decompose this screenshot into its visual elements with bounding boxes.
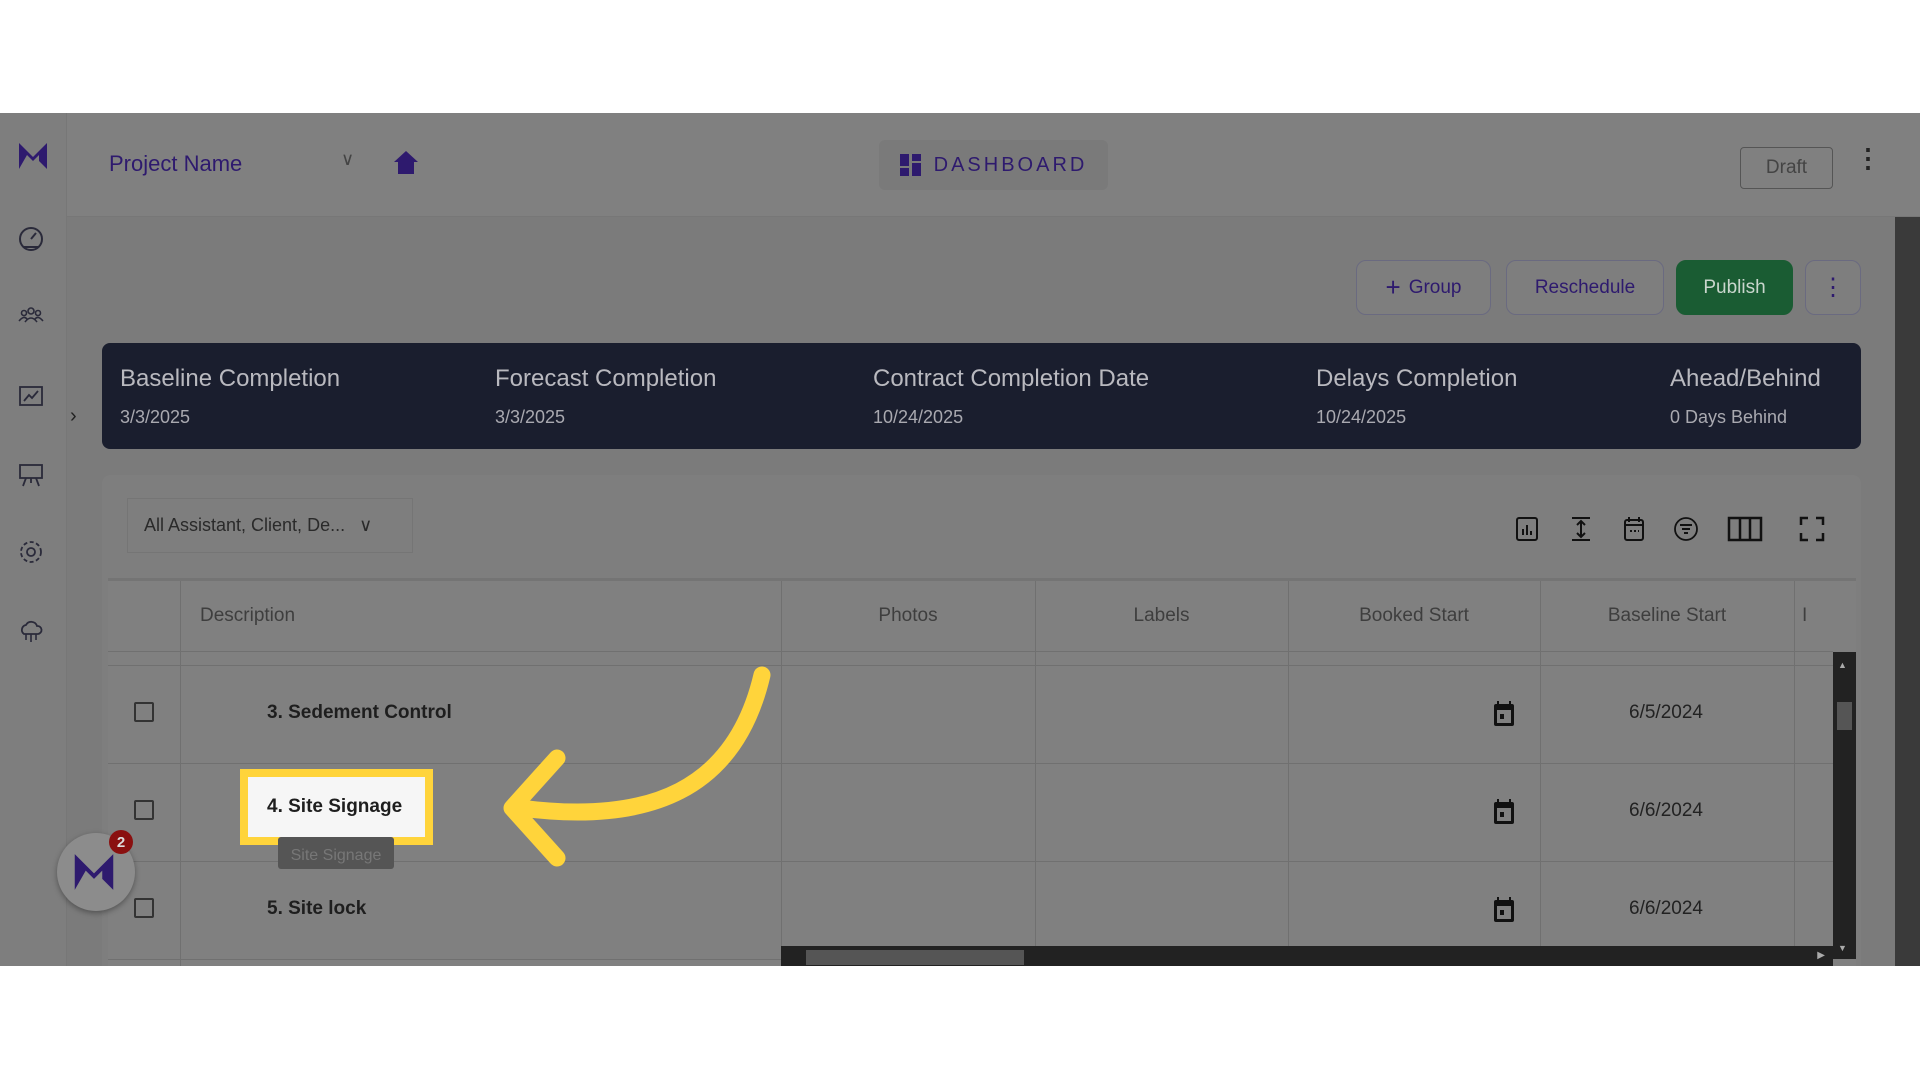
more-options-icon[interactable]: ⋮ [1855,143,1881,174]
summary-forecast: Forecast Completion 3/3/2025 [495,365,716,428]
chat-widget-button[interactable]: 2 [57,830,135,911]
assignee-filter-select[interactable]: All Assistant, Client, De... ∨ [127,498,413,553]
presentation-icon[interactable] [17,460,45,488]
row-baseline-start: 6/6/2024 [1629,898,1703,919]
expand-sidebar-chevron-icon[interactable]: › [70,405,77,428]
row-baseline-start: 6/5/2024 [1629,702,1703,723]
top-bar: Project Name ∨ DASHBOARD Draft ⋮ [67,113,1920,217]
summary-banner: Baseline Completion 3/3/2025 Forecast Com… [102,343,1861,449]
calendar-icon[interactable] [1491,896,1517,924]
summary-contract: Contract Completion Date 10/24/2025 [873,365,1149,428]
column-header-truncated[interactable]: I [1794,581,1834,651]
summary-ahead-behind: Ahead/Behind 0 Days Behind [1670,365,1821,428]
row-height-icon[interactable] [1567,515,1595,543]
chevron-down-icon: ∨ [359,515,373,535]
chart-bar-icon[interactable] [1513,515,1541,543]
plus-icon: + [1385,272,1401,302]
summary-delays: Delays Completion 10/24/2025 [1316,365,1517,428]
notification-badge: 2 [109,830,133,854]
dashboard-icon [899,154,921,176]
summary-value: 10/24/2025 [1316,407,1407,427]
summary-label: Delays Completion [1316,365,1518,392]
chart-line-icon[interactable] [17,382,45,410]
row-divider [108,763,1833,764]
column-header-booked-start[interactable]: Booked Start [1288,581,1540,651]
summary-value: 3/3/2025 [120,407,191,427]
chevron-down-icon[interactable]: ∨ [341,149,354,170]
row-baseline-start: 6/6/2024 [1629,800,1703,821]
home-icon[interactable] [392,149,420,175]
scroll-right-icon[interactable]: ▶ [1817,950,1825,961]
highlighted-row-description[interactable]: 4. Site Signage [240,769,433,845]
filter-value: All Assistant, Client, De... [144,515,346,535]
tooltip: Site Signage [278,837,394,869]
actions-more-icon[interactable]: ⋮ [1805,260,1861,315]
table-horizontal-scrollbar[interactable]: ▶ [781,946,1833,966]
add-group-button[interactable]: + Group [1356,260,1491,315]
summary-value: 3/3/2025 [495,407,566,427]
add-group-label: Group [1408,276,1462,298]
scroll-down-icon[interactable]: ▼ [1838,943,1847,953]
fullscreen-icon[interactable] [1798,515,1826,543]
filter-circle-icon[interactable] [1672,515,1700,543]
columns-icon[interactable] [1727,515,1763,543]
column-header-description[interactable]: Description [180,581,781,651]
summary-value: 10/24/2025 [873,407,964,427]
summary-value: 0 Days Behind [1670,407,1788,427]
summary-baseline: Baseline Completion 3/3/2025 [120,365,340,428]
sidebar: › [0,113,77,966]
header-divider [108,651,1833,652]
column-header-baseline-start[interactable]: Baseline Start [1540,581,1794,651]
dashboard-label: DASHBOARD [933,153,1088,176]
logo-icon [74,854,114,890]
page-scrollbar[interactable] [1895,217,1920,966]
calendar-icon[interactable] [1491,700,1517,728]
gauge-icon[interactable] [17,225,45,253]
gear-icon[interactable] [17,538,45,566]
dashboard-button[interactable]: DASHBOARD [879,140,1108,190]
row-checkbox[interactable] [134,702,154,722]
summary-label: Forecast Completion [495,365,717,392]
scroll-up-icon[interactable]: ▲ [1838,660,1847,670]
calendar-icon[interactable] [1620,515,1648,543]
project-name-select[interactable]: Project Name [109,151,242,177]
row-checkbox[interactable] [134,898,154,918]
logo-icon[interactable] [17,141,49,171]
scrollbar-thumb[interactable] [806,950,1024,965]
publish-button[interactable]: Publish [1676,260,1793,315]
row-description[interactable]: 5. Site lock [267,898,366,920]
cloud-network-icon[interactable] [17,618,45,646]
row-divider [108,665,1833,666]
users-icon[interactable] [17,302,45,330]
row-description[interactable]: 3. Sedement Control [267,702,452,724]
column-header-photos[interactable]: Photos [781,581,1035,651]
summary-label: Baseline Completion [120,365,341,392]
summary-label: Ahead/Behind [1670,365,1821,392]
scrollbar-thumb[interactable] [1837,702,1852,730]
summary-label: Contract Completion Date [873,365,1150,392]
column-header-labels[interactable]: Labels [1035,581,1288,651]
table-vertical-scrollbar[interactable]: ▲ ▼ [1833,652,1856,959]
calendar-icon[interactable] [1491,798,1517,826]
reschedule-button[interactable]: Reschedule [1506,260,1664,315]
draft-status-button[interactable]: Draft [1740,147,1833,189]
row-checkbox[interactable] [134,800,154,820]
